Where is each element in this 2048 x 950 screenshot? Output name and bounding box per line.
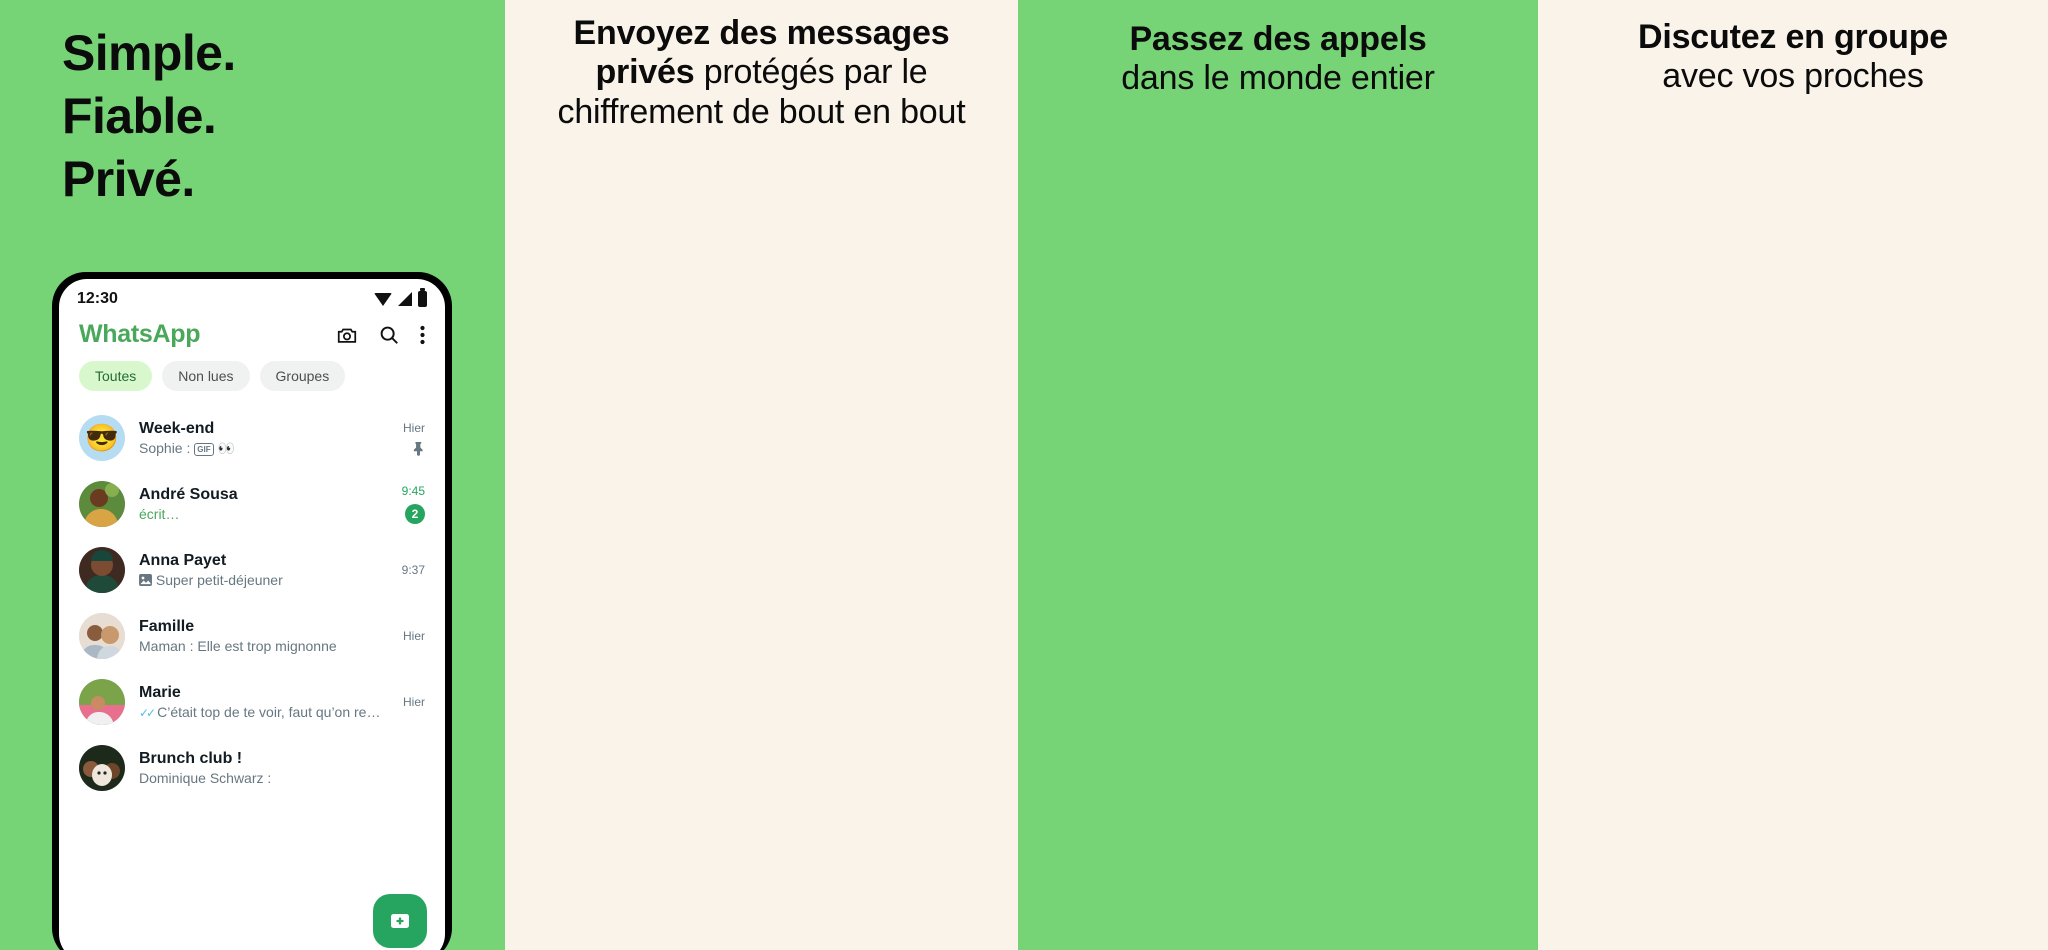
avatar: [79, 547, 125, 593]
chat-list-item[interactable]: Marie ✓✓ C’était top de te voir, faut qu’…: [59, 669, 445, 735]
panel-groupe: Discutez en groupe avec vos proches 12:3…: [1538, 0, 2048, 950]
pin-icon: [412, 441, 425, 456]
chat-name: Week-end: [139, 419, 215, 437]
headline-line-2: Fiable.: [62, 88, 217, 144]
avatar: 😎: [79, 415, 125, 461]
chat-name: Brunch club !: [139, 750, 243, 767]
chat-time: Hier: [402, 695, 425, 709]
wifi-icon: [374, 292, 392, 306]
camera-icon[interactable]: [336, 324, 358, 346]
headline-line-1: Discutez en groupe: [1637, 18, 1948, 56]
chat-text: Famille Maman : Elle est trop mignonne: [139, 618, 389, 654]
chat-name: Anna Payet: [139, 552, 227, 569]
filter-chip-toutes[interactable]: Toutes: [79, 361, 153, 391]
filter-chips: Toutes Non lues Groupes: [59, 361, 445, 405]
battery-icon: [418, 288, 427, 307]
panel1-headline: Simple. Fiable. Privé.: [0, 0, 505, 211]
status-icons: [374, 288, 427, 307]
panel3-headline: Passez des appels dans le monde entier: [1018, 0, 1538, 99]
chat-preview: Sophie : GIF 👀: [139, 439, 235, 456]
chat-preview: Super petit-déjeuner: [139, 572, 388, 588]
headline-line-3: Privé.: [62, 151, 195, 207]
whatsapp-chat-list-screen: 12:30 WhatsApp Toutes Non lues Groupes 😎…: [59, 279, 445, 950]
chat-preview: ✓✓ C’était top de te voir, faut qu’on re…: [139, 704, 381, 720]
chat-text: Week-end Sophie : GIF 👀: [139, 420, 389, 457]
chat-time: Hier: [402, 420, 425, 435]
headline-line-1: Passez des appels: [1129, 20, 1427, 58]
gif-badge: GIF: [194, 442, 214, 456]
more-options-icon[interactable]: [420, 325, 425, 345]
promo-stage: Simple. Fiable. Privé. 12:30 WhatsApp To…: [0, 0, 2048, 950]
chat-meta: Hier: [403, 421, 425, 456]
header-actions: [336, 324, 425, 346]
chat-list-item[interactable]: Brunch club ! Dominique Schwarz :: [59, 735, 445, 801]
chat-time: Hier: [402, 629, 425, 643]
panel-appels: Passez des appels dans le monde entier 1…: [1018, 0, 1538, 950]
headline-line-1: Simple.: [62, 25, 236, 81]
filter-chip-groupes[interactable]: Groupes: [259, 361, 346, 391]
panel-simple-fiable-prive: Simple. Fiable. Privé. 12:30 WhatsApp To…: [0, 0, 505, 950]
read-ticks-icon: ✓✓: [139, 706, 156, 720]
panel4-headline: Discutez en groupe avec vos proches: [1538, 0, 2048, 97]
status-bar: 12:30: [59, 279, 445, 312]
headline-line-2: dans le monde entier: [1121, 59, 1435, 98]
chat-preview: écrit…: [139, 506, 180, 522]
headline-line-3: chiffrement de bout en bout: [557, 92, 966, 131]
chat-meta: Hier: [403, 695, 425, 709]
headline-line-2: avec vos proches: [1662, 57, 1924, 96]
chat-list-item[interactable]: 😎 Week-end Sophie : GIF 👀 Hier: [59, 405, 445, 471]
headline-line-2: privés protégés par le: [595, 53, 928, 92]
app-title: WhatsApp: [79, 320, 201, 348]
status-time: 12:30: [77, 290, 118, 307]
chat-time: 9:37: [401, 563, 425, 577]
panel-messages-prives: Envoyez des messages privés protégés par…: [505, 0, 1018, 950]
app-header: WhatsApp: [59, 312, 445, 361]
image-attachment-icon: [139, 572, 156, 588]
chat-name: Famille: [139, 618, 195, 635]
panel2-headline: Envoyez des messages privés protégés par…: [505, 0, 1018, 132]
chat-list-item[interactable]: Famille Maman : Elle est trop mignonne H…: [59, 603, 445, 669]
chat-text: André Sousa écrit…: [139, 486, 388, 522]
avatar: [79, 679, 125, 725]
chat-meta: 9:37: [402, 563, 425, 577]
chat-meta: Hier: [403, 629, 425, 643]
chat-preview: Maman : Elle est trop mignonne: [139, 638, 337, 654]
headline-line-1: Envoyez des messages: [573, 14, 950, 52]
search-icon[interactable]: [378, 324, 400, 346]
avatar: [79, 613, 125, 659]
phone-screen: 12:30 WhatsApp Toutes Non lues Groupes 😎…: [59, 279, 445, 950]
chat-text: Marie ✓✓ C’était top de te voir, faut qu’…: [139, 684, 389, 720]
avatar: [79, 481, 125, 527]
chat-name: Marie: [139, 684, 181, 701]
chat-text: Brunch club ! Dominique Schwarz :: [139, 750, 411, 786]
new-chat-fab[interactable]: [373, 894, 427, 948]
chat-name: André Sousa: [139, 486, 238, 503]
signal-icon: [398, 292, 412, 306]
chat-list-item[interactable]: André Sousa écrit… 9:45 2: [59, 471, 445, 537]
chat-meta: 9:45 2: [402, 484, 425, 524]
chat-text: Anna Payet Super petit-déjeuner: [139, 552, 388, 588]
filter-chip-non-lues[interactable]: Non lues: [162, 361, 250, 391]
chat-list-item[interactable]: Anna Payet Super petit-déjeuner 9:37: [59, 537, 445, 603]
chat-time: 9:45: [401, 484, 425, 498]
avatar: [79, 745, 125, 791]
phone-mockup-chatlist: 12:30 WhatsApp Toutes Non lues Groupes 😎…: [52, 272, 452, 950]
chat-preview: Dominique Schwarz :: [139, 770, 272, 786]
unread-badge: 2: [405, 504, 425, 524]
